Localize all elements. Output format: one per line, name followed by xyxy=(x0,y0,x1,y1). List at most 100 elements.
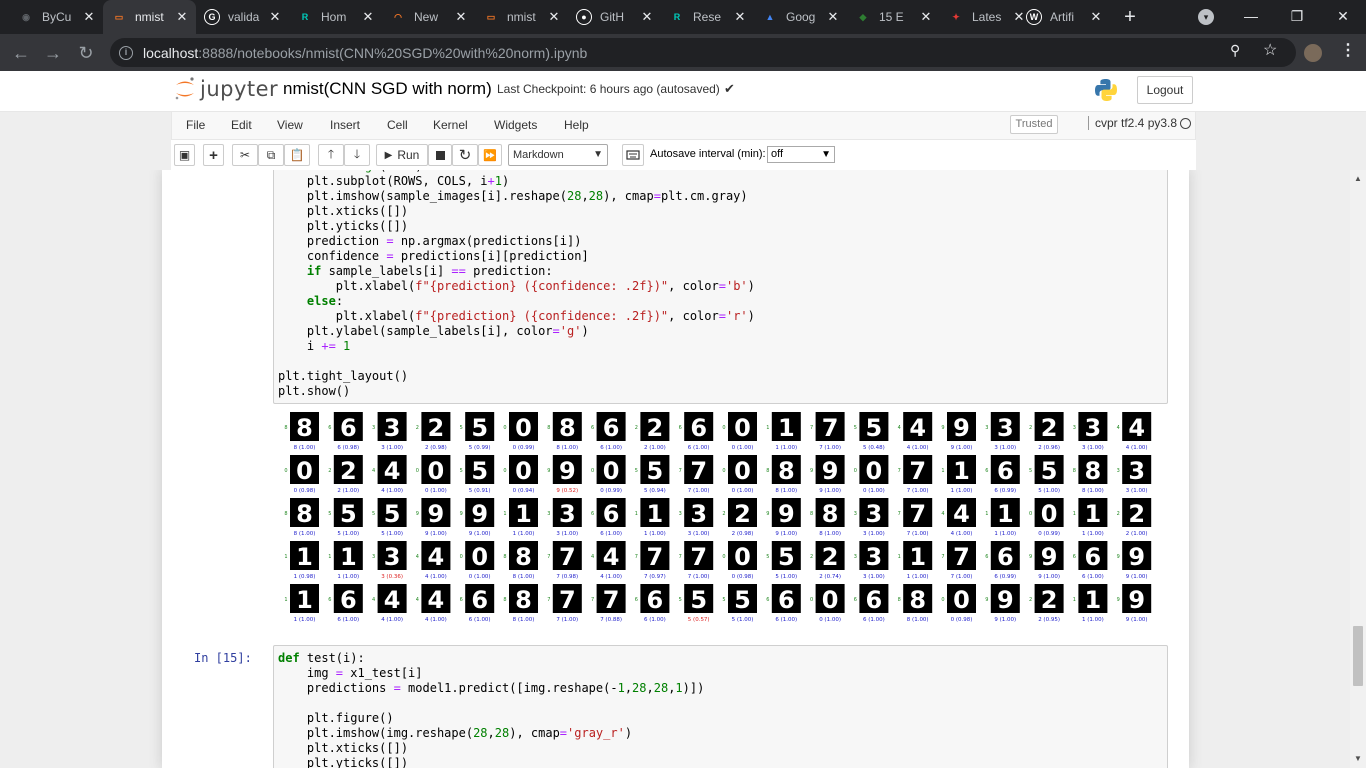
scrollbar-thumb[interactable] xyxy=(1353,626,1363,686)
menu-insert[interactable]: Insert xyxy=(330,118,360,132)
code-line: else: xyxy=(306,294,344,308)
browser-tab[interactable]: ● GitH ✕ xyxy=(568,0,661,34)
save-icon[interactable]: ▣ xyxy=(174,144,195,166)
menu-view[interactable]: View xyxy=(277,118,303,132)
menu-file[interactable]: File xyxy=(186,118,205,132)
restart-run-all-icon[interactable]: ⏩ xyxy=(478,144,502,166)
prediction-label: 7 (1.00) xyxy=(556,617,578,623)
browser-tab[interactable]: ◆ 15 E ✕ xyxy=(847,0,940,34)
digit-glyph: 7 xyxy=(559,543,576,571)
browser-menu-icon[interactable]: ⋮ xyxy=(1340,40,1356,60)
prediction-label: 4 (1.00) xyxy=(381,488,403,494)
digit-glyph: 6 xyxy=(471,586,488,614)
browser-tab[interactable]: W Artifi ✕ xyxy=(1018,0,1110,34)
logout-button[interactable]: Logout xyxy=(1137,76,1193,104)
browser-tab[interactable]: ◉ ByCu ✕ xyxy=(10,0,103,34)
trusted-badge[interactable]: Trusted xyxy=(1010,115,1058,134)
code-line: confidence = predictions[i][prediction] xyxy=(278,249,589,263)
autosave-select[interactable]: off ▼ xyxy=(767,146,835,163)
insert-cell-button[interactable]: + xyxy=(203,144,224,166)
browser-tab[interactable]: ◠ New ✕ xyxy=(382,0,475,34)
back-button[interactable]: ← xyxy=(8,40,34,66)
close-tab-icon[interactable]: ✕ xyxy=(637,9,657,25)
close-tab-icon[interactable]: ✕ xyxy=(265,9,285,25)
close-tab-icon[interactable]: ✕ xyxy=(1086,9,1106,25)
digit-glyph: 5 xyxy=(690,586,707,614)
site-info-icon[interactable]: i xyxy=(119,45,133,60)
browser-tab[interactable]: R Hom ✕ xyxy=(289,0,382,34)
cell-type-select[interactable]: Markdown ▼ xyxy=(508,144,608,166)
move-down-icon[interactable]: 🡓 xyxy=(344,144,370,166)
run-button[interactable]: ▶ Run xyxy=(376,144,428,166)
menu-widgets[interactable]: Widgets xyxy=(494,118,537,132)
restart-icon[interactable]: ↻ xyxy=(452,144,478,166)
true-label: 0 xyxy=(941,597,944,603)
reload-button[interactable]: ↻ xyxy=(73,40,99,66)
digit-glyph: 2 xyxy=(1128,500,1145,528)
close-tab-icon[interactable]: ✕ xyxy=(823,9,843,25)
close-tab-icon[interactable]: ✕ xyxy=(358,9,378,25)
minimize-button[interactable]: — xyxy=(1228,0,1274,32)
move-up-icon[interactable]: 🡑 xyxy=(318,144,344,166)
digit-glyph: 2 xyxy=(734,500,751,528)
code-editor[interactable]: def test(i): img = x1_test[i] prediction… xyxy=(274,646,1167,768)
page-scrollbar[interactable]: ▲ ▼ xyxy=(1350,170,1366,768)
scroll-up-icon[interactable]: ▲ xyxy=(1354,174,1362,183)
prediction-label: 6 (1.00) xyxy=(337,617,359,623)
kernel-name[interactable]: cvpr tf2.4 py3.8 xyxy=(1088,116,1177,130)
digit-glyph: 0 xyxy=(734,414,751,442)
true-label: 0 xyxy=(1029,511,1032,517)
digit-glyph: 1 xyxy=(997,500,1014,528)
browser-tab[interactable]: Gvalida ✕ xyxy=(196,0,289,34)
code-cell-input[interactable]: for i in range(cols): plt.subplot(ROWS, … xyxy=(273,170,1168,404)
digit-glyph: 3 xyxy=(559,500,576,528)
prediction-label: 7 (1.00) xyxy=(819,445,841,451)
bookmark-star-icon[interactable]: ☆ xyxy=(1263,40,1277,60)
close-tab-icon[interactable]: ✕ xyxy=(451,9,471,25)
prediction-label: 6 (0.99) xyxy=(994,574,1016,580)
digit-glyph: 9 xyxy=(822,457,839,485)
zoom-icon[interactable]: ⚲ xyxy=(1230,42,1240,59)
browser-tab[interactable]: ▭ nmist ✕ xyxy=(103,0,196,34)
close-tab-icon[interactable]: ✕ xyxy=(172,9,192,25)
close-tab-icon[interactable]: ✕ xyxy=(544,9,564,25)
menu-kernel[interactable]: Kernel xyxy=(433,118,468,132)
jupyter-logo[interactable]: jupyter xyxy=(174,76,278,102)
code-editor[interactable]: for i in range(cols): plt.subplot(ROWS, … xyxy=(274,170,1167,399)
copy-icon[interactable]: ⧉ xyxy=(258,144,284,166)
close-tab-icon[interactable]: ✕ xyxy=(730,9,750,25)
cut-icon[interactable]: ✂ xyxy=(232,144,258,166)
digit-glyph: 3 xyxy=(866,500,883,528)
forward-button[interactable]: → xyxy=(40,40,66,66)
browser-tab[interactable]: ▭ nmist ✕ xyxy=(475,0,568,34)
true-label: 6 xyxy=(591,511,594,517)
true-label: 8 xyxy=(503,597,506,603)
code-line: plt.ylabel(sample_labels[i], color='g') xyxy=(278,324,589,338)
notebook-name[interactable]: nmist(CNN SGD with norm) xyxy=(283,79,492,99)
scroll-down-icon[interactable]: ▼ xyxy=(1354,754,1362,763)
browser-tab[interactable]: ▲ Goog ✕ xyxy=(754,0,847,34)
close-tab-icon[interactable]: ✕ xyxy=(916,9,936,25)
command-palette-icon[interactable] xyxy=(622,144,644,166)
restore-button[interactable]: ❐ xyxy=(1274,0,1320,32)
prediction-label: 8 (1.00) xyxy=(513,617,535,623)
menu-help[interactable]: Help xyxy=(564,118,589,132)
address-bar[interactable]: i localhost:8888/notebooks/nmist(CNN%20S… xyxy=(110,38,1296,67)
code-cell-input[interactable]: def test(i): img = x1_test[i] prediction… xyxy=(273,645,1168,768)
interrupt-icon[interactable] xyxy=(428,144,452,166)
close-tab-icon[interactable]: ✕ xyxy=(79,9,99,25)
true-label: 0 xyxy=(284,468,287,474)
prediction-label: 9 (1.00) xyxy=(994,617,1016,623)
close-window-button[interactable]: ✕ xyxy=(1320,0,1366,32)
tab-search-icon[interactable]: ▾ xyxy=(1198,9,1214,25)
profile-avatar[interactable] xyxy=(1302,42,1324,64)
new-tab-button[interactable]: + xyxy=(1118,4,1142,30)
tab-title: Goog xyxy=(786,10,816,24)
browser-tab[interactable]: R Rese ✕ xyxy=(661,0,754,34)
digit-glyph: 4 xyxy=(384,457,401,485)
paste-icon[interactable]: 📋 xyxy=(284,144,310,166)
menu-cell[interactable]: Cell xyxy=(387,118,408,132)
menu-edit[interactable]: Edit xyxy=(231,118,252,132)
prediction-label: 7 (0.98) xyxy=(556,574,578,580)
tab-title: valida xyxy=(228,10,260,24)
